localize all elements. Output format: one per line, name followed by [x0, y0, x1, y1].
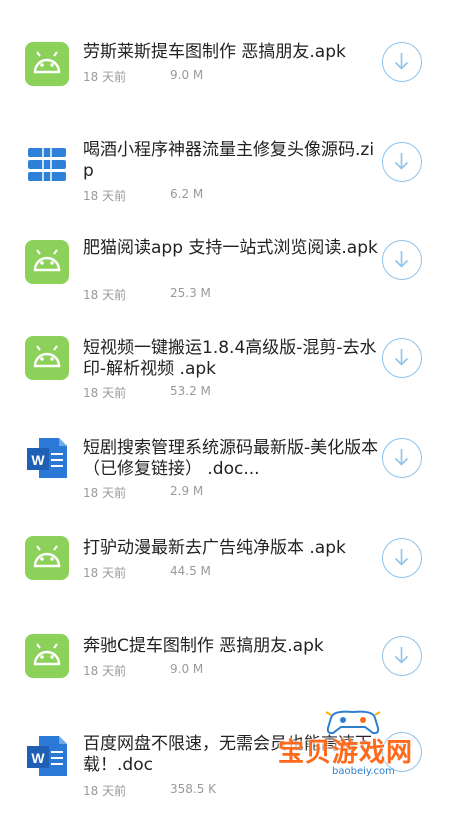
file-size: 6.2 M	[170, 187, 204, 201]
file-size: 25.3 M	[170, 286, 211, 300]
svg-text:W: W	[31, 452, 45, 468]
file-meta: 18 天前 9.0 M	[83, 662, 203, 679]
download-icon	[394, 153, 409, 170]
download-icon	[394, 349, 409, 366]
file-list-item[interactable]: 短视频一键搬运1.8.4高级版-混剪-去水印-解析视频 .apk 18 天前 5…	[0, 320, 450, 420]
file-list: 劳斯莱斯提车图制作 恶搞朋友.apk 18 天前 9.0 M 喝酒小程序神器流量…	[0, 0, 450, 800]
word-file-icon: W	[25, 434, 69, 478]
file-size: 9.0 M	[170, 662, 204, 676]
file-time: 18 天前	[83, 386, 127, 400]
download-icon	[394, 647, 409, 664]
watermark: 宝贝游戏网 baobeiy.com	[268, 708, 438, 788]
file-name: 肥猫阅读app 支持一站式浏览阅读.apk	[83, 238, 378, 258]
download-button[interactable]	[382, 142, 422, 182]
download-icon	[394, 449, 409, 466]
file-time: 18 天前	[83, 288, 127, 302]
file-meta: 18 天前 358.5 K	[83, 782, 216, 799]
file-name: 打驴动漫最新去广告纯净版本 .apk	[83, 538, 346, 558]
file-name: 短剧搜索管理系统源码最新版-美化版本（已修复链接） .doc...	[83, 438, 379, 479]
word-file-icon: W	[25, 732, 69, 776]
file-list-item[interactable]: 打驴动漫最新去广告纯净版本 .apk 18 天前 44.5 M	[0, 520, 450, 620]
file-size: 2.9 M	[170, 484, 204, 498]
apk-file-icon	[25, 336, 69, 380]
svg-text:W: W	[31, 750, 45, 766]
apk-file-icon	[25, 42, 69, 86]
apk-file-icon	[25, 536, 69, 580]
file-meta: 18 天前 2.9 M	[83, 484, 203, 501]
file-meta: 18 天前 53.2 M	[83, 384, 211, 401]
file-meta: 18 天前 44.5 M	[83, 564, 211, 581]
file-size: 9.0 M	[170, 68, 204, 82]
apk-file-icon	[25, 240, 69, 284]
download-button[interactable]	[382, 538, 422, 578]
file-size: 358.5 K	[170, 782, 217, 796]
file-meta: 18 天前 9.0 M	[83, 68, 203, 85]
download-icon	[394, 251, 409, 268]
file-list-item[interactable]: 奔驰C提车图制作 恶搞朋友.apk 18 天前 9.0 M	[0, 620, 450, 720]
download-button[interactable]	[382, 42, 422, 82]
file-time: 18 天前	[83, 566, 127, 580]
file-size: 44.5 M	[170, 564, 211, 578]
download-button[interactable]	[382, 438, 422, 478]
file-meta: 18 天前 25.3 M	[83, 286, 211, 303]
watermark-text: 宝贝游戏网	[278, 738, 414, 768]
watermark-url: baobeiy.com	[332, 766, 395, 777]
file-list-item[interactable]: 劳斯莱斯提车图制作 恶搞朋友.apk 18 天前 9.0 M	[0, 20, 450, 120]
download-button[interactable]	[382, 240, 422, 280]
file-list-item[interactable]: 喝酒小程序神器流量主修复头像源码.zip 18 天前 6.2 M	[0, 120, 450, 220]
file-list-item[interactable]: 肥猫阅读app 支持一站式浏览阅读.apk 18 天前 25.3 M	[0, 220, 450, 320]
file-name: 奔驰C提车图制作 恶搞朋友.apk	[83, 636, 324, 656]
file-time: 18 天前	[83, 189, 127, 203]
file-list-item[interactable]: W 短剧搜索管理系统源码最新版-美化版本（已修复链接） .doc... 18 天…	[0, 420, 450, 520]
download-button[interactable]	[382, 338, 422, 378]
file-name: 短视频一键搬运1.8.4高级版-混剪-去水印-解析视频 .apk	[83, 338, 377, 379]
apk-file-icon	[25, 634, 69, 678]
file-time: 18 天前	[83, 486, 127, 500]
download-button[interactable]	[382, 636, 422, 676]
download-icon	[394, 53, 409, 70]
file-name: 喝酒小程序神器流量主修复头像源码.zip	[83, 140, 375, 181]
file-meta: 18 天前 6.2 M	[83, 187, 203, 204]
download-icon	[394, 549, 409, 566]
file-size: 53.2 M	[170, 384, 211, 398]
zip-file-icon	[25, 142, 69, 186]
file-time: 18 天前	[83, 664, 127, 678]
file-time: 18 天前	[83, 70, 127, 84]
file-time: 18 天前	[83, 784, 127, 798]
file-name: 劳斯莱斯提车图制作 恶搞朋友.apk	[83, 42, 346, 62]
